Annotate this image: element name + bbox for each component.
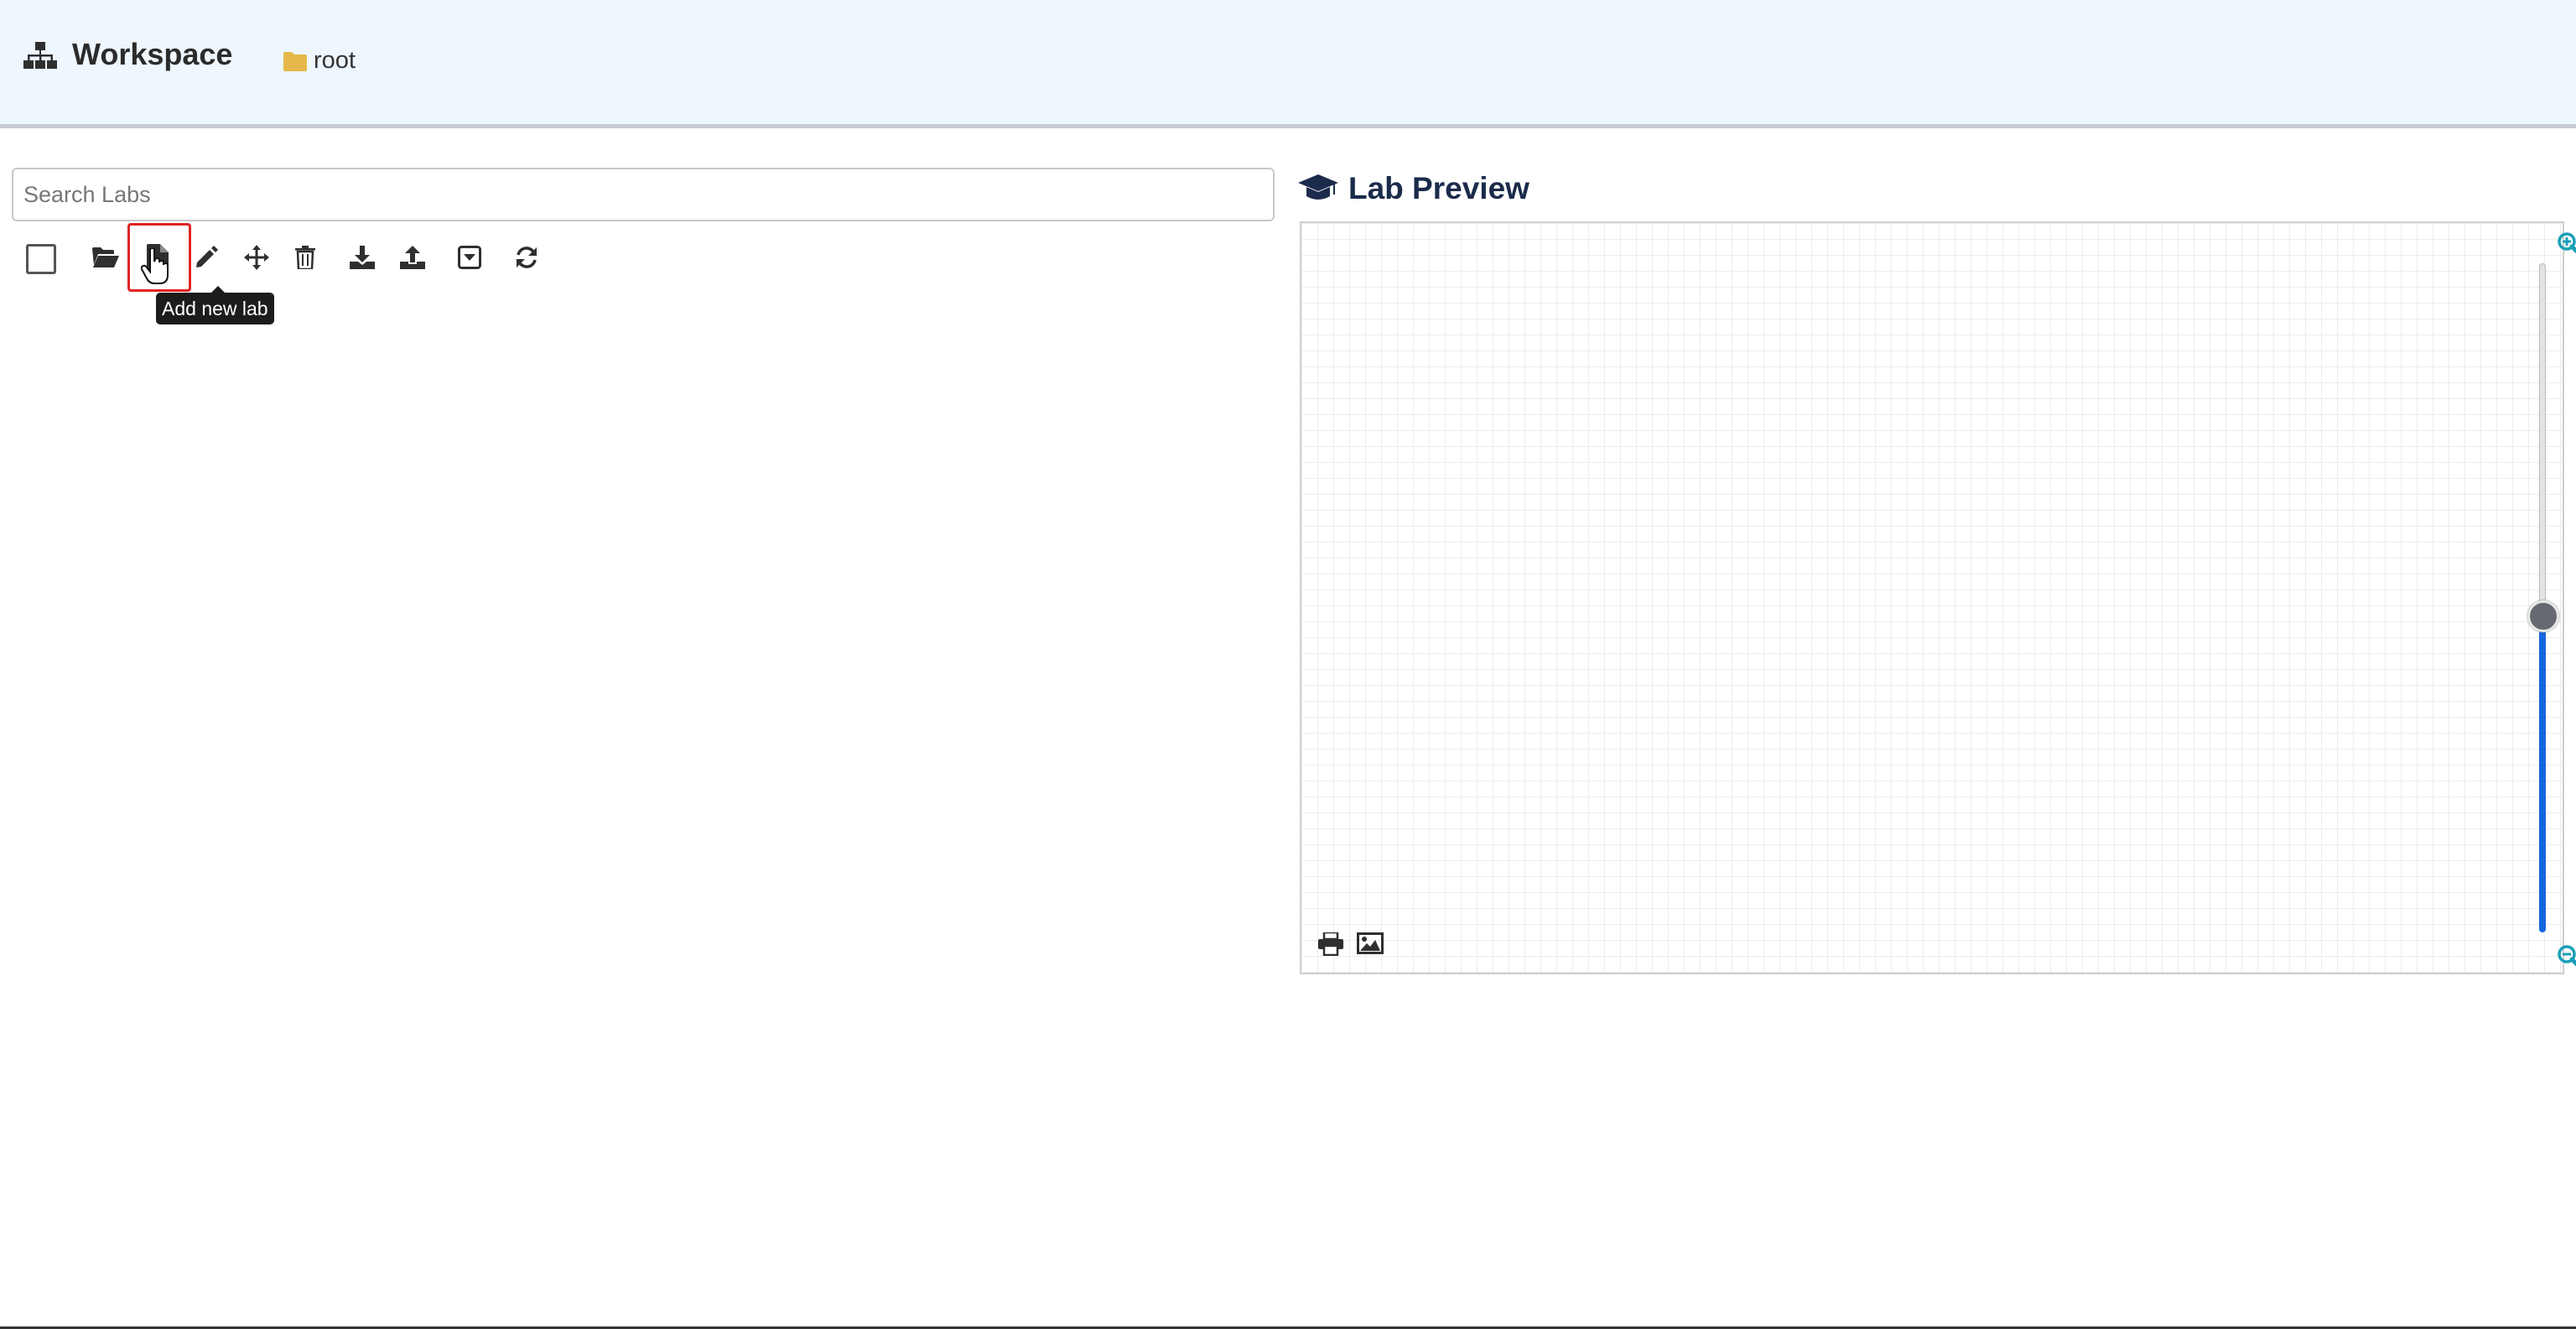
refresh-button[interactable] <box>510 228 543 287</box>
collapse-button[interactable] <box>453 228 486 287</box>
zoom-out-icon[interactable] <box>2557 944 2576 969</box>
folder-open-icon <box>92 247 119 267</box>
preview-title: Lab Preview <box>1348 171 1530 205</box>
caret-square-down-icon <box>458 246 481 269</box>
open-folder-button[interactable] <box>89 228 122 287</box>
print-icon[interactable] <box>1318 932 1343 956</box>
upload-icon <box>400 246 425 269</box>
zoom-slider-track[interactable] <box>2539 263 2546 615</box>
export-button[interactable] <box>345 228 379 287</box>
lab-preview-canvas[interactable] <box>1300 221 2576 974</box>
import-button[interactable] <box>396 228 429 287</box>
zoom-slider-fill <box>2539 615 2546 932</box>
breadcrumb-root[interactable]: root <box>283 47 356 75</box>
download-icon <box>350 246 375 269</box>
move-button[interactable] <box>240 228 273 287</box>
preview-header: Lab Preview <box>1298 171 1530 206</box>
breadcrumb-label: root <box>314 47 356 74</box>
move-icon <box>244 245 269 270</box>
graduation-cap-icon <box>1298 174 1338 200</box>
hand-cursor-icon <box>141 248 169 284</box>
select-all-checkbox[interactable] <box>26 244 56 274</box>
refresh-icon <box>517 247 537 268</box>
image-icon[interactable] <box>1357 932 1384 954</box>
pencil-icon <box>196 246 218 267</box>
rename-button[interactable] <box>190 228 223 287</box>
zoom-slider-handle[interactable] <box>2527 600 2559 632</box>
toolbar <box>0 228 587 287</box>
folder-icon <box>283 51 307 71</box>
zoom-in-icon[interactable] <box>2557 231 2576 257</box>
search-input[interactable] <box>12 168 1275 221</box>
tooltip: Add new lab <box>156 286 274 324</box>
trash-icon <box>295 246 315 269</box>
sitemap-icon <box>23 42 57 69</box>
delete-button[interactable] <box>288 228 322 287</box>
page-title: Workspace <box>72 37 233 71</box>
top-bar: Workspace root <box>0 0 2576 128</box>
